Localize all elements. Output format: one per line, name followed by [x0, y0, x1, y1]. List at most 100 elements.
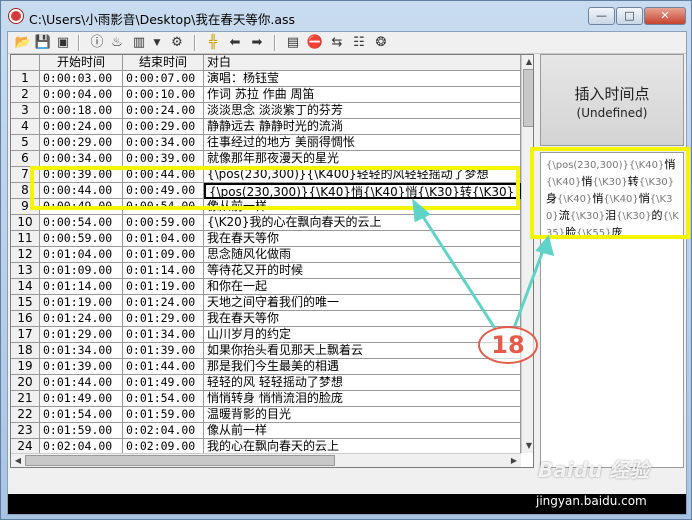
scroll-thumb[interactable] [523, 69, 533, 127]
end-time-cell[interactable]: 0:00:07.00 [123, 71, 204, 87]
table-row[interactable]: 19 0:01:39.00 0:01:44.00 那是我们今生最美的相遇 [11, 359, 521, 375]
settings-gear-icon[interactable]: ⚙ [168, 34, 186, 52]
table-row[interactable]: 12 0:01:04.00 0:01:09.00 思念随风化做雨 [11, 247, 521, 263]
start-time-cell[interactable]: 0:01:34.00 [40, 343, 123, 359]
scroll-right-icon[interactable]: ▶ [507, 454, 521, 467]
dialogue-cell[interactable]: 和你在一起 [204, 279, 521, 295]
split-icon[interactable]: ⇆ [328, 34, 346, 52]
dialogue-cell[interactable]: 淡淡思念 淡淡紫丁的芬芳 [204, 103, 521, 119]
start-time-cell[interactable]: 0:00:03.00 [40, 71, 123, 87]
start-time-cell[interactable]: 0:01:04.00 [40, 247, 123, 263]
stop-icon[interactable]: ⛔ [306, 34, 324, 52]
dialogue-cell[interactable]: 我在春天等你 [204, 231, 521, 247]
minimize-button[interactable]: — [588, 7, 615, 25]
row-number[interactable]: 3 [11, 103, 40, 119]
start-time-cell[interactable]: 0:00:24.00 [40, 119, 123, 135]
table-row[interactable]: 5 0:00:29.00 0:00:34.00 往事经过的地方 美丽得惆怅 [11, 135, 521, 151]
table-row[interactable]: 22 0:01:54.00 0:01:59.00 温暖背影的目光 [11, 407, 521, 423]
end-time-cell[interactable]: 0:01:49.00 [123, 375, 204, 391]
end-time-cell[interactable]: 0:01:39.00 [123, 343, 204, 359]
save-as-icon[interactable]: ▣ [54, 34, 72, 52]
bar-chart-icon[interactable]: ▥ [130, 34, 148, 52]
scroll-left-icon[interactable]: ◀ [11, 454, 25, 467]
dialogue-cell[interactable]: 我在春天等你 [204, 311, 521, 327]
table-row[interactable]: 4 0:00:24.00 0:00:29.00 静静远去 静静时光的流淌 [11, 119, 521, 135]
filter-icon[interactable]: ❂ [372, 34, 390, 52]
row-number[interactable]: 14 [11, 279, 40, 295]
dialogue-cell[interactable]: 作词 苏拉 作曲 周笛 [204, 87, 521, 103]
row-number[interactable]: 21 [11, 391, 40, 407]
arrow-left-icon[interactable]: ⬅ [226, 34, 244, 52]
scroll-thumb-horizontal[interactable] [25, 455, 335, 466]
start-time-cell[interactable]: 0:01:09.00 [40, 263, 123, 279]
start-time-cell[interactable]: 0:01:29.00 [40, 327, 123, 343]
table-row[interactable]: 11 0:00:59.00 0:01:04.00 我在春天等你 [11, 231, 521, 247]
arrow-right-icon[interactable]: ➡ [248, 34, 266, 52]
start-time-cell[interactable]: 0:01:24.00 [40, 311, 123, 327]
dialogue-cell[interactable]: 温暖背影的目光 [204, 407, 521, 423]
row-number[interactable]: 10 [11, 215, 40, 231]
end-time-cell[interactable]: 0:00:39.00 [123, 151, 204, 167]
row-number[interactable]: 17 [11, 327, 40, 343]
end-time-cell[interactable]: 0:00:59.00 [123, 215, 204, 231]
start-time-cell[interactable]: 0:01:39.00 [40, 359, 123, 375]
end-time-cell[interactable]: 0:01:09.00 [123, 247, 204, 263]
end-time-cell[interactable]: 0:01:19.00 [123, 279, 204, 295]
table-row[interactable]: 16 0:01:24.00 0:01:29.00 我在春天等你 [11, 311, 521, 327]
start-time-cell[interactable]: 0:01:44.00 [40, 375, 123, 391]
row-number[interactable]: 16 [11, 311, 40, 327]
start-time-cell[interactable]: 0:00:29.00 [40, 135, 123, 151]
table-row[interactable]: 18 0:01:34.00 0:01:39.00 如果你抬头看见那天上飘着云 [11, 343, 521, 359]
row-number[interactable]: 5 [11, 135, 40, 151]
end-time-cell[interactable]: 0:02:04.00 [123, 423, 204, 439]
start-time-cell[interactable]: 0:01:59.00 [40, 423, 123, 439]
merge-icon[interactable]: ☷ [350, 34, 368, 52]
end-time-cell[interactable]: 0:01:59.00 [123, 407, 204, 423]
dialogue-cell[interactable]: 山川岁月的约定 [204, 327, 521, 343]
table-row[interactable]: 15 0:01:19.00 0:01:24.00 天地之间守着我们的唯一 [11, 295, 521, 311]
film-icon[interactable]: ▤ [284, 34, 302, 52]
dialogue-cell[interactable]: 就像那年那夜漫天的星光 [204, 151, 521, 167]
row-number[interactable]: 13 [11, 263, 40, 279]
table-row[interactable]: 6 0:00:34.00 0:00:39.00 就像那年那夜漫天的星光 [11, 151, 521, 167]
header-start-time[interactable]: 开始时间 [40, 55, 123, 71]
close-button[interactable]: ✕ [644, 7, 686, 25]
timing-icon[interactable]: ♨ [108, 34, 126, 52]
dialogue-cell[interactable]: 天地之间守着我们的唯一 [204, 295, 521, 311]
table-row[interactable]: 10 0:00:54.00 0:00:59.00 {\K20}我的心在飘向春天的云上 [11, 215, 521, 231]
row-number[interactable]: 23 [11, 423, 40, 439]
end-time-cell[interactable]: 0:01:29.00 [123, 311, 204, 327]
dialogue-cell[interactable]: 轻轻的风 轻轻摇动了梦想 [204, 375, 521, 391]
row-number[interactable]: 4 [11, 119, 40, 135]
end-time-cell[interactable]: 0:01:34.00 [123, 327, 204, 343]
dialogue-cell[interactable]: 如果你抬头看见那天上飘着云 [204, 343, 521, 359]
dialogue-cell[interactable]: 悄悄转身 悄悄流泪的脸庞 [204, 391, 521, 407]
row-number[interactable]: 6 [11, 151, 40, 167]
dialogue-cell[interactable]: {\K20}我的心在飘向春天的云上 [204, 215, 521, 231]
table-row[interactable]: 2 0:00:04.00 0:00:10.00 作词 苏拉 作曲 周笛 [11, 87, 521, 103]
open-folder-icon[interactable]: 📂 [14, 34, 32, 52]
header-end-time[interactable]: 结束时间 [123, 55, 204, 71]
dialogue-cell[interactable]: 静静远去 静静时光的流淌 [204, 119, 521, 135]
end-time-cell[interactable]: 0:00:10.00 [123, 87, 204, 103]
table-row[interactable]: 3 0:00:18.00 0:00:24.00 淡淡思念 淡淡紫丁的芬芳 [11, 103, 521, 119]
dialogue-cell[interactable]: 演唱：杨钰莹 [204, 71, 521, 87]
start-time-cell[interactable]: 0:00:34.00 [40, 151, 123, 167]
end-time-cell[interactable]: 0:01:44.00 [123, 359, 204, 375]
end-time-cell[interactable]: 0:00:24.00 [123, 103, 204, 119]
dialogue-cell[interactable]: 像从前一样 [204, 423, 521, 439]
start-time-cell[interactable]: 0:00:04.00 [40, 87, 123, 103]
row-number[interactable]: 2 [11, 87, 40, 103]
end-time-cell[interactable]: 0:01:24.00 [123, 295, 204, 311]
table-row[interactable]: 1 0:00:03.00 0:00:07.00 演唱：杨钰莹 [11, 71, 521, 87]
insert-timepoint-button[interactable]: 插入时间点 (Undefined) [540, 54, 684, 146]
start-time-cell[interactable]: 0:01:54.00 [40, 407, 123, 423]
table-row[interactable]: 20 0:01:44.00 0:01:49.00 轻轻的风 轻轻摇动了梦想 [11, 375, 521, 391]
vertical-scrollbar[interactable]: ▲ ▼ [521, 55, 533, 453]
table-row[interactable]: 13 0:01:09.00 0:01:14.00 等待花又开的时候 [11, 263, 521, 279]
table-row[interactable]: 14 0:01:14.00 0:01:19.00 和你在一起 [11, 279, 521, 295]
end-time-cell[interactable]: 0:00:34.00 [123, 135, 204, 151]
end-time-cell[interactable]: 0:01:04.00 [123, 231, 204, 247]
start-time-cell[interactable]: 0:01:19.00 [40, 295, 123, 311]
dropdown-icon[interactable]: ▼ [148, 34, 166, 52]
